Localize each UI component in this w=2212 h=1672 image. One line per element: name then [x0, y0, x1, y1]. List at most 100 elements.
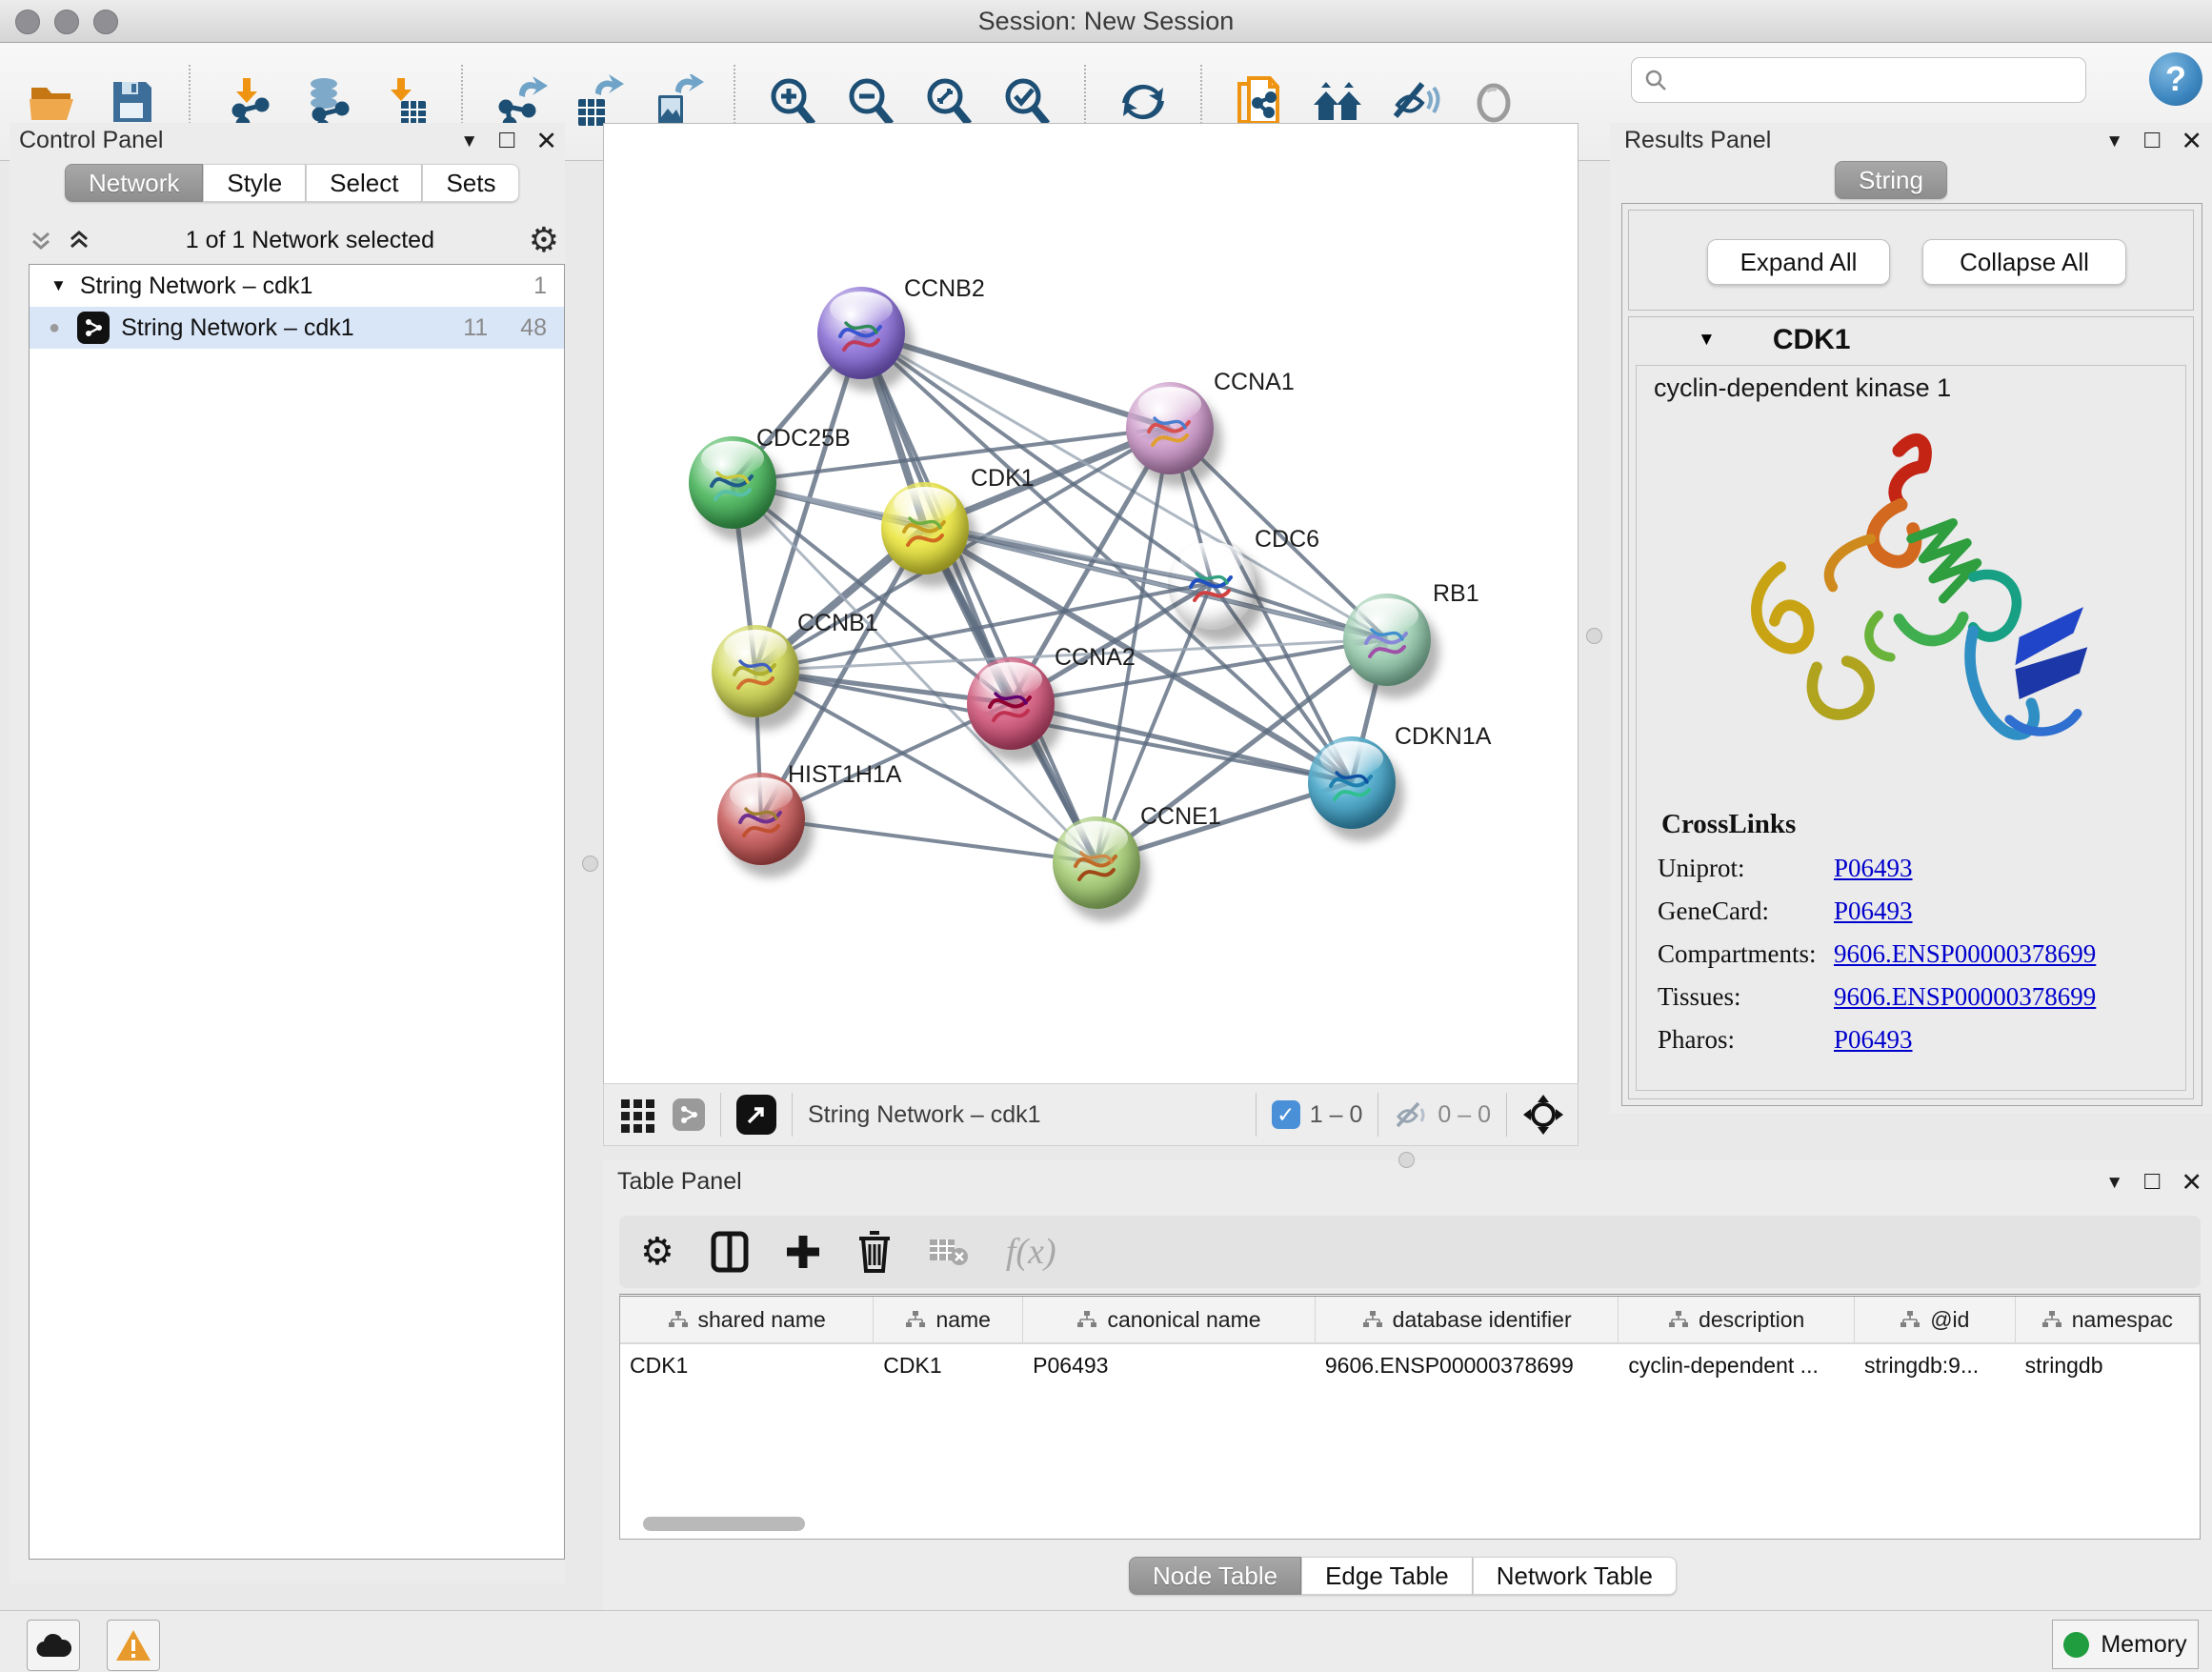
open-session-icon[interactable] — [25, 73, 82, 131]
delete-column-trash-icon[interactable] — [857, 1231, 892, 1273]
network-canvas[interactable]: CCNB2CCNA1CDC25BCDK1CDC6RB1CCNB1CCNA2CDK… — [603, 123, 1579, 1084]
create-column-plus-icon[interactable] — [785, 1234, 821, 1270]
show-all-icon[interactable] — [1465, 73, 1522, 131]
zoom-out-icon[interactable] — [842, 73, 899, 131]
delete-table-icon[interactable] — [928, 1236, 970, 1268]
tab-node-table[interactable]: Node Table — [1129, 1557, 1301, 1595]
node-table[interactable]: shared namenamecanonical namedatabase id… — [619, 1294, 2201, 1540]
column-header--id[interactable]: @id — [1855, 1297, 2016, 1342]
column-header-name[interactable]: name — [874, 1297, 1023, 1342]
import-network-file-icon[interactable] — [219, 73, 276, 131]
gene-disclosure-icon[interactable]: ▼ — [1698, 330, 1716, 351]
warnings-button[interactable] — [107, 1620, 160, 1671]
hide-selected-icon[interactable] — [1387, 73, 1444, 131]
search-icon — [1643, 68, 1668, 92]
crosslink-link[interactable]: P06493 — [1834, 896, 1913, 926]
first-neighbors-icon[interactable] — [1309, 73, 1366, 131]
column-header-database-identifier[interactable]: database identifier — [1316, 1297, 1619, 1342]
tab-sets[interactable]: Sets — [422, 164, 519, 202]
table-cell[interactable]: CDK1 — [874, 1344, 1023, 1386]
network-edge[interactable] — [1011, 703, 1352, 782]
export-image-icon[interactable] — [648, 73, 705, 131]
zoom-fit-icon[interactable] — [920, 73, 977, 131]
column-header-namespac[interactable]: namespac — [2016, 1297, 2200, 1342]
table-cell[interactable]: P06493 — [1023, 1344, 1316, 1386]
string-view-icon[interactable] — [673, 1098, 705, 1131]
table-panel-close-icon[interactable]: ✕ — [2181, 1168, 2202, 1198]
table-cell[interactable]: 9606.ENSP00000378699 — [1316, 1344, 1619, 1386]
table-cell[interactable]: stringdb — [2016, 1344, 2200, 1386]
network-node-cdkn1a[interactable] — [1308, 736, 1396, 829]
left-splitter-handle[interactable] — [582, 856, 598, 872]
crosslink-link[interactable]: P06493 — [1834, 854, 1913, 883]
crosslink-link[interactable]: P06493 — [1834, 1025, 1913, 1055]
table-panel-collapse-icon[interactable]: ▼ — [2105, 1173, 2123, 1194]
open-in-window-icon[interactable] — [736, 1095, 776, 1135]
export-table-icon[interactable] — [570, 73, 627, 131]
tab-select[interactable]: Select — [306, 164, 422, 202]
table-cell[interactable]: cyclin-dependent ... — [1619, 1344, 1855, 1386]
network-node-ccne1[interactable] — [1053, 816, 1140, 909]
table-panel-float-icon[interactable]: □ — [2144, 1166, 2160, 1196]
control-panel-collapse-icon[interactable]: ▼ — [460, 131, 478, 152]
network-edge[interactable] — [861, 332, 1170, 428]
network-node-cdk1[interactable] — [881, 482, 969, 574]
table-cell[interactable]: CDK1 — [620, 1344, 874, 1386]
results-panel-collapse-icon[interactable]: ▼ — [2105, 131, 2123, 152]
bottom-splitter-handle[interactable] — [1398, 1152, 1415, 1168]
memory-button[interactable]: Memory — [2052, 1620, 2199, 1669]
clone-network-icon[interactable] — [1231, 73, 1288, 131]
fit-selected-crosshair-icon[interactable] — [1522, 1094, 1564, 1136]
function-builder-icon[interactable]: f(x) — [1006, 1231, 1056, 1273]
cloud-status-button[interactable] — [27, 1620, 80, 1671]
help-button[interactable]: ? — [2149, 52, 2202, 106]
tab-network-table[interactable]: Network Table — [1473, 1557, 1677, 1595]
collapse-all-networks-icon[interactable] — [67, 228, 91, 252]
network-node-rb1[interactable] — [1343, 594, 1431, 686]
column-header-canonical-name[interactable]: canonical name — [1023, 1297, 1316, 1342]
network-row[interactable]: ● String Network – cdk1 11 48 — [30, 307, 564, 349]
right-splitter-handle[interactable] — [1586, 628, 1602, 644]
tab-edge-table[interactable]: Edge Table — [1301, 1557, 1473, 1595]
network-collection-row[interactable]: ▼ String Network – cdk1 1 — [30, 265, 564, 307]
column-header-description[interactable]: description — [1619, 1297, 1855, 1342]
search-input[interactable] — [1631, 57, 2086, 103]
show-columns-icon[interactable] — [711, 1231, 749, 1273]
network-node-ccna1[interactable] — [1126, 382, 1214, 474]
network-options-gear-icon[interactable]: ⚙ — [529, 220, 559, 260]
network-node-ccna2[interactable] — [967, 657, 1055, 750]
birds-eye-view-icon[interactable] — [619, 1096, 657, 1134]
network-node-cdc6[interactable] — [1168, 537, 1256, 630]
import-network-database-icon[interactable] — [297, 73, 354, 131]
tab-network[interactable]: Network — [65, 164, 203, 202]
zoom-in-icon[interactable] — [764, 73, 821, 131]
crosslink-link[interactable]: 9606.ENSP00000378699 — [1834, 982, 2096, 1012]
table-options-gear-icon[interactable]: ⚙ — [640, 1230, 674, 1274]
tab-string-results[interactable]: String — [1835, 161, 1947, 199]
node-structure-thumbnail — [896, 503, 952, 556]
selected-checkbox-icon[interactable]: ✓ — [1272, 1100, 1300, 1129]
column-header-shared-name[interactable]: shared name — [620, 1297, 874, 1342]
collapse-all-button[interactable]: Collapse All — [1922, 239, 2126, 285]
control-panel-float-icon[interactable]: □ — [499, 125, 514, 154]
expand-all-networks-icon[interactable] — [29, 228, 53, 252]
expand-all-button[interactable]: Expand All — [1707, 239, 1890, 285]
import-table-file-icon[interactable] — [375, 73, 432, 131]
network-node-ccnb2[interactable] — [817, 287, 905, 379]
table-cell[interactable]: stringdb:9... — [1855, 1344, 2016, 1386]
collection-disclosure-icon[interactable]: ▼ — [50, 276, 67, 295]
crosslink-link[interactable]: 9606.ENSP00000378699 — [1834, 939, 2096, 969]
control-panel-close-icon[interactable]: ✕ — [535, 127, 557, 156]
results-panel-close-icon[interactable]: ✕ — [2181, 127, 2202, 156]
export-network-icon[interactable] — [492, 73, 549, 131]
results-panel-float-icon[interactable]: □ — [2144, 125, 2160, 154]
network-edge[interactable] — [761, 818, 1096, 862]
zoom-selected-icon[interactable] — [998, 73, 1056, 131]
save-session-icon[interactable] — [103, 73, 160, 131]
tab-style[interactable]: Style — [203, 164, 306, 202]
network-node-ccnb1[interactable] — [712, 625, 799, 717]
crosslink-row: Uniprot: P06493 — [1637, 854, 2185, 883]
refresh-network-icon[interactable] — [1115, 73, 1172, 131]
table-row[interactable]: CDK1CDK1P064939606.ENSP00000378699cyclin… — [620, 1344, 2200, 1386]
table-horizontal-scrollbar[interactable] — [643, 1517, 805, 1531]
